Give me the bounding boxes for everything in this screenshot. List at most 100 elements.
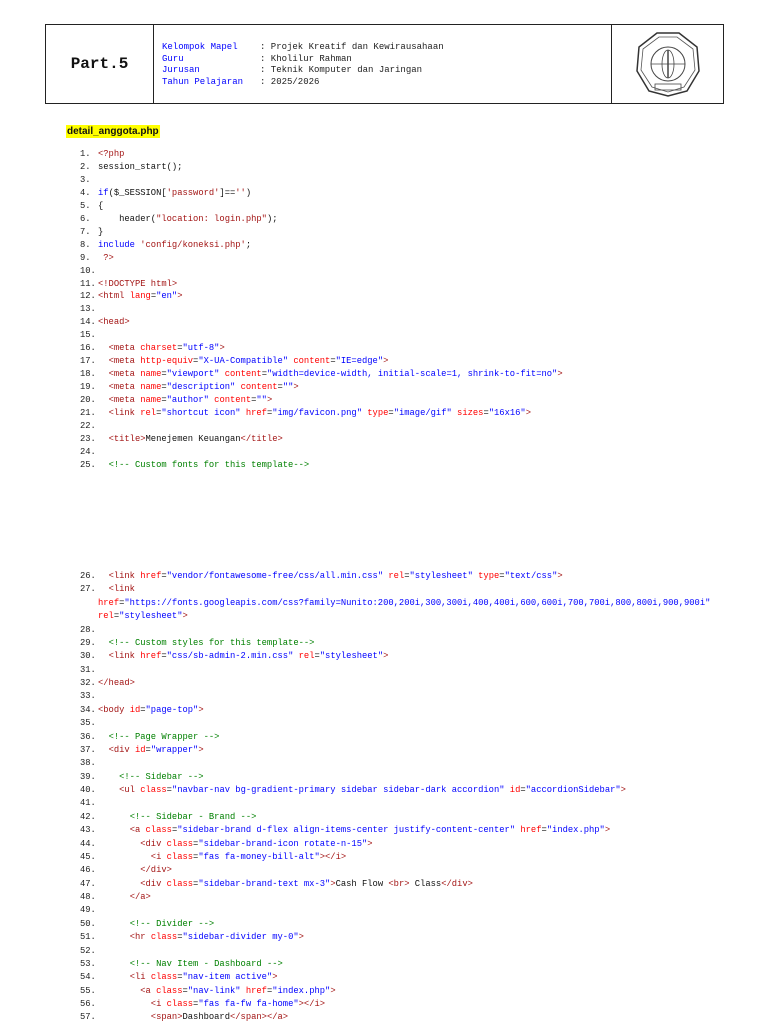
line-code: </a> [98,891,151,904]
code-token: "nav-item active" [182,972,273,983]
line-code: <!-- Nav Item - Dashboard --> [98,958,283,971]
code-line: 47. <div class="sidebar-brand-text mx-3"… [80,878,710,891]
code-line: 13. [80,303,563,316]
code-token: > [604,825,611,836]
code-line: 10. [80,265,563,278]
code-token: <link [108,584,135,595]
code-token: <meta [108,343,141,354]
line-number: 39. [80,771,96,782]
line-number: 37. [80,744,96,755]
info-value: : Projek Kreatif dan Kewirausahaan [260,42,444,52]
line-code: </head> [98,677,135,690]
code-block: 1. <?php 2. session_start(); 3. 4. if($_SESSIO… [80,148,563,472]
code-line: 20. <meta name="author" content=""> [80,394,563,407]
code-token: </a> [129,892,151,902]
line-code: <a class="nav-link" href="index.php"> [98,985,336,998]
code-line: 1. <?php [80,148,563,161]
code-token: charset [140,343,178,354]
code-line: 40. <ul class="navbar-nav bg-gradient-pr… [80,784,710,797]
code-token: "shortcut icon" [161,408,241,419]
line-code: <i class="fas fa-fw fa-home"></i> [98,998,325,1011]
line-code: <meta name="viewport" content="width=dev… [98,368,563,381]
code-line: 39. <!-- Sidebar --> [80,771,710,784]
file-name-label: detail_anggota.php [66,125,160,138]
code-token: <!-- Page Wrapper --> [108,731,220,742]
code-token: "X-UA-Compatible" [198,356,289,367]
code-token: </head> [98,678,135,688]
line-number: 34. [80,704,96,715]
info-value: : Kholilur Rahman [260,53,352,64]
part-title: Part.5 [46,25,154,103]
info-value: : Teknik Komputer dan Jaringan [260,65,423,75]
code-token: <div [140,838,167,849]
code-token: "description" [166,382,236,393]
code-token: > [620,785,626,795]
line-number: 27. [80,584,96,595]
code-line: 25. <!-- Custom fonts for this template-… [80,459,563,472]
line-number: 13. [80,304,96,315]
code-line: 19. <meta name="description" content=""> [80,381,563,394]
code-line: 57. <span>Dashboard</span></a> [80,1011,710,1024]
code-token: <link [108,651,141,662]
line-code: <!-- Custom styles for this template--> [98,637,315,650]
code-token: name [140,395,162,406]
line-number: 16. [80,343,96,354]
code-line: 29. <!-- Custom styles for this template… [80,637,710,650]
code-token: "stylesheet" [409,571,473,581]
code-line: 52. [80,945,710,958]
code-line: 44. <div class="sidebar-brand-icon rotat… [80,838,710,851]
line-number: 22. [80,421,96,432]
code-token: Dashboard [182,1012,230,1023]
code-line: 16. <meta charset="utf-8"> [80,342,563,355]
code-token: > [330,985,336,996]
code-line: 36. <!-- Page Wrapper --> [80,731,710,744]
info-row: Jurusan: Teknik Komputer dan Jaringan [162,65,611,77]
code-token: rel [140,408,157,419]
info-key: Guru [162,53,184,64]
code-token: > [298,932,304,943]
code-token: href [245,985,267,996]
line-code: <html lang="en"> [98,290,183,303]
line-number: 55. [80,985,96,996]
line-number: 38. [80,758,96,769]
code-token: <i [150,851,167,862]
document-header: Part.5 Kelompok Mapel: Projek Kreatif da… [45,24,724,104]
code-line: 34. <body id="page-top"> [80,704,710,717]
code-token: <body [98,704,130,715]
code-token: <!-- Sidebar - Brand --> [129,811,257,822]
code-token: <br> [388,878,410,889]
code-token: ($_SESSION[ [108,187,167,198]
line-code: <meta http-equiv="X-UA-Compatible" conte… [98,355,389,368]
line-number: 3. [80,174,91,185]
code-token: > [182,611,188,622]
code-token: <!-- Sidebar --> [119,771,204,782]
code-token: > [525,408,531,419]
code-token: content [293,356,331,367]
code-token: class [166,838,194,849]
code-token: if [98,187,109,198]
code-line: 46. </div> [80,864,710,877]
code-token: "location: login.php" [156,213,267,224]
line-code: <link href="css/sb-admin-2.min.css" rel=… [98,650,389,663]
line-number: 48. [80,892,96,902]
code-line: 43. <a class="sidebar-brand d-flex align… [80,824,710,837]
code-line: 33. [80,690,710,703]
code-line: 53. <!-- Nav Item - Dashboard --> [80,958,710,971]
line-code: header("location: login.php"); [98,213,277,226]
code-line: 50. <!-- Divider --> [80,918,710,931]
line-number: 35. [80,718,96,729]
line-number: 26. [80,571,96,581]
line-code: <!-- Custom fonts for this template--> [98,459,310,472]
